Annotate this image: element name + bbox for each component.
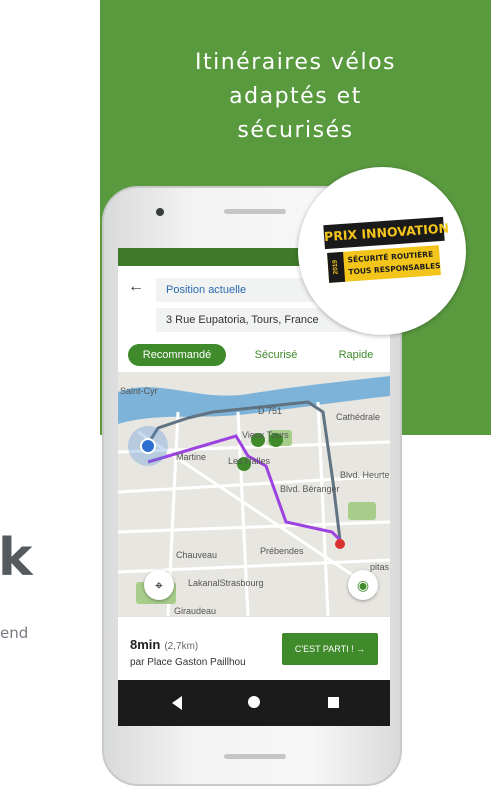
route-via: par Place Gaston Paillhou bbox=[130, 657, 246, 668]
map-label: Saint-Cyr bbox=[120, 386, 158, 396]
route-map[interactable]: Saint-Cyr D 751 Cathédrale Vieux Tours M… bbox=[118, 372, 390, 616]
map-label: Blvd. Heurte bbox=[340, 470, 390, 480]
headline-line-3: sécurisés bbox=[237, 118, 354, 143]
tab-securise[interactable]: Sécurisé bbox=[246, 344, 306, 366]
back-triangle-icon[interactable] bbox=[172, 696, 182, 710]
recent-square-icon[interactable] bbox=[328, 697, 339, 708]
map-label: Vieux Tours bbox=[242, 430, 289, 440]
map-label: Chauveau bbox=[176, 550, 218, 560]
camera-icon bbox=[156, 208, 164, 216]
badge-label: 2019 SÉCURITÉ ROUTIÈRE TOUS RESPONSABLES bbox=[327, 245, 441, 283]
eye-icon[interactable]: ◉ bbox=[348, 570, 378, 600]
tab-recommande[interactable]: Recommandé bbox=[128, 344, 226, 366]
badge-year: 2019 bbox=[327, 251, 346, 283]
badge-title: PRIX INNOVATION bbox=[323, 216, 449, 250]
map-label: Prébendes bbox=[260, 546, 304, 556]
map-label: Blvd. Béranger bbox=[280, 484, 340, 494]
headline-line-1: Itinéraires vélos bbox=[195, 50, 396, 75]
current-position-icon bbox=[140, 438, 156, 454]
home-circle-icon[interactable] bbox=[248, 696, 260, 708]
start-button[interactable]: C'EST PARTI ! → bbox=[282, 633, 378, 665]
tab-rapide[interactable]: Rapide bbox=[326, 344, 386, 366]
arrow-left-icon[interactable]: ← bbox=[128, 278, 144, 296]
map-label: Cathédrale bbox=[336, 412, 381, 422]
trip-time: 8min (2,7km) bbox=[130, 637, 198, 652]
phone-bottom-bar bbox=[224, 754, 286, 759]
android-nav-bar bbox=[118, 680, 390, 726]
trip-distance: (2,7km) bbox=[164, 641, 199, 652]
map-label: Giraudeau bbox=[174, 606, 217, 616]
award-badge: PRIX INNOVATION 2019 SÉCURITÉ ROUTIÈRE T… bbox=[298, 167, 466, 335]
partial-brand-letter: k bbox=[0, 528, 33, 588]
map-label: Les Halles bbox=[228, 456, 271, 466]
headline-line-2: adaptés et bbox=[229, 84, 362, 109]
route-summary: 8min (2,7km) par Place Gaston Paillhou C'… bbox=[118, 616, 390, 681]
crosshair-icon[interactable]: ⌖ bbox=[144, 570, 174, 600]
trip-time-value: 8min bbox=[130, 637, 161, 652]
map-label: pitas bbox=[370, 562, 390, 572]
speaker-grille bbox=[224, 209, 286, 214]
promo-headline: Itinéraires vélos adaptés et sécurisés bbox=[100, 46, 491, 148]
route-tabs: Recommandé Sécurisé Rapide bbox=[126, 344, 386, 366]
map-label: LakanalStrasbourg bbox=[188, 578, 264, 588]
map-label: Martine bbox=[176, 452, 207, 462]
map-label: D 751 bbox=[258, 406, 283, 416]
partial-brand-word: end bbox=[0, 624, 29, 642]
destination-pin-icon bbox=[335, 539, 345, 549]
